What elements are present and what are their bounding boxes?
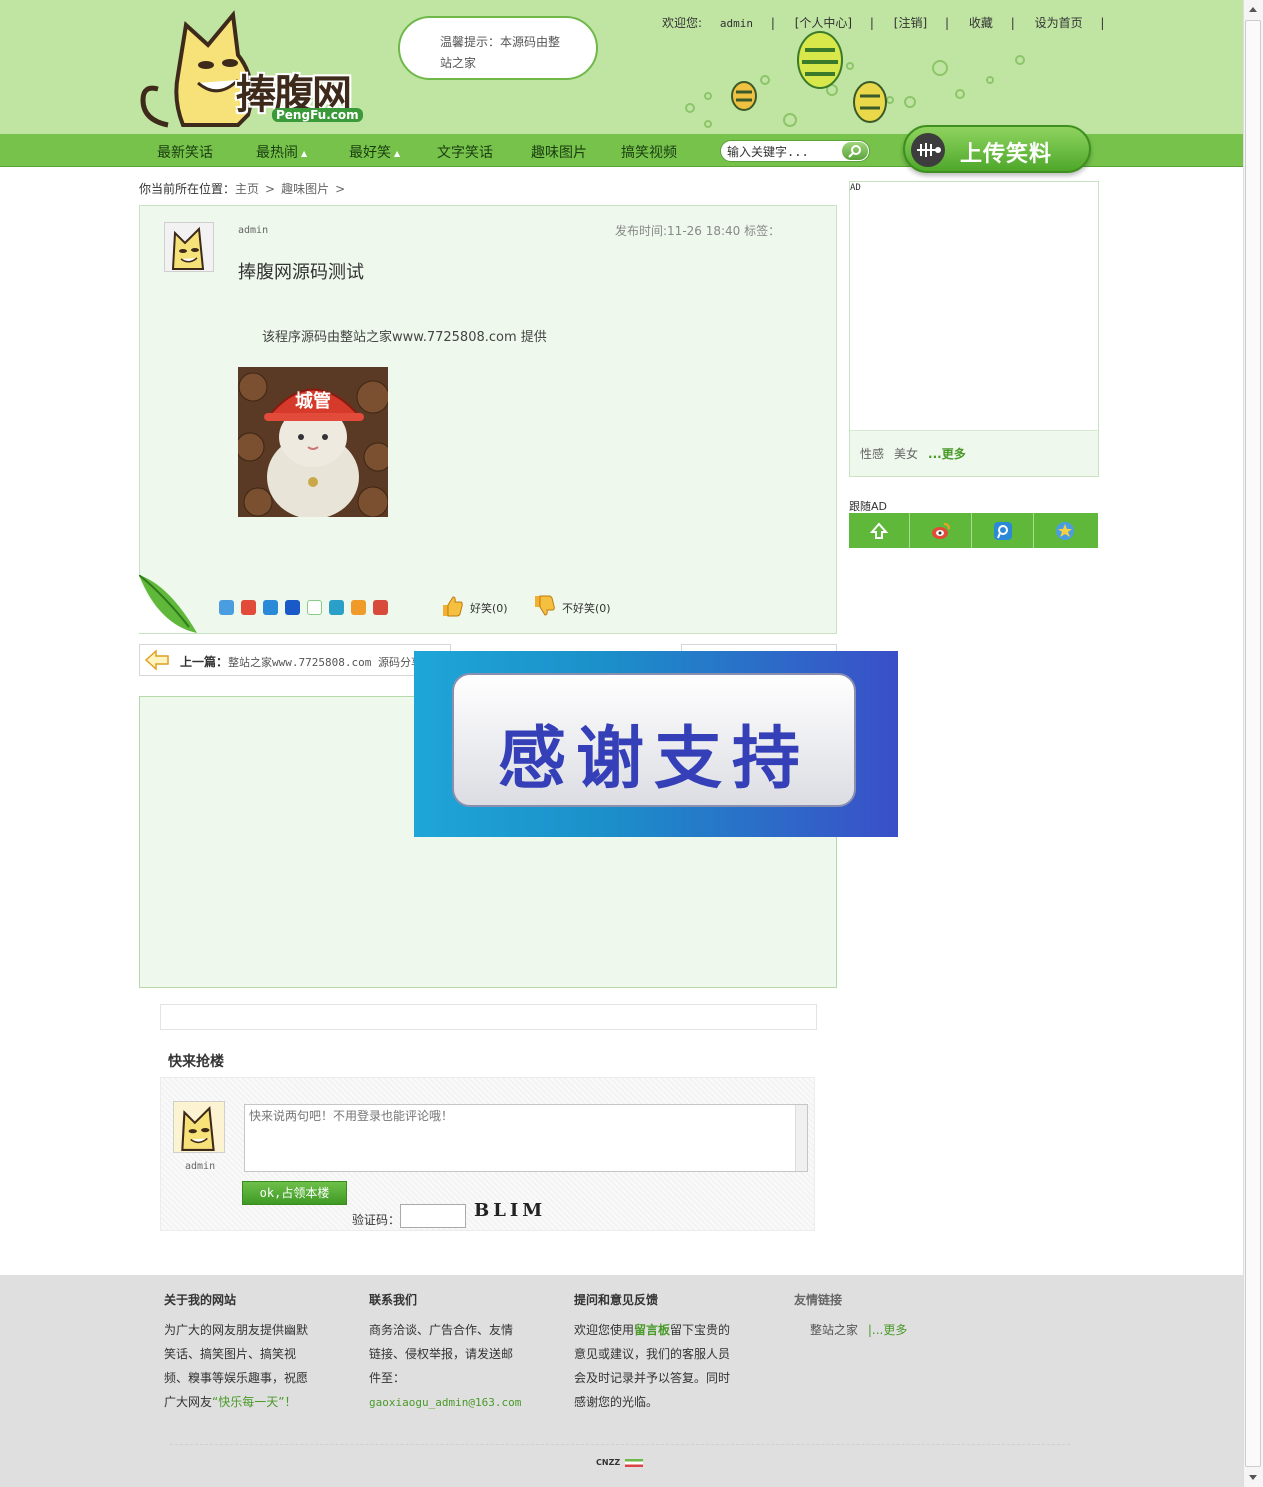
footer-about: 关于我的网站 为广大的网友朋友提供幽默笑话、搞笑图片、搞笑视频、糗事等娱乐趣事，… <box>164 1288 314 1414</box>
weibo-share-icon[interactable] <box>241 600 256 615</box>
thanks-overlay[interactable]: 感谢支持 <box>414 651 898 837</box>
thanks-panel: 感谢支持 <box>452 673 856 807</box>
nav-item-funny-videos[interactable]: 搞笑视频 <box>621 142 677 162</box>
captcha-label: 验证码： <box>352 1213 401 1227</box>
prev-post[interactable]: 上一篇：整站之家www.7725808.com 源码分享 <box>139 644 451 676</box>
nav-item-text-jokes[interactable]: 文字笑话 <box>437 142 493 162</box>
friend-link[interactable]: 整站之家 <box>810 1323 858 1337</box>
thumbs-down-icon <box>535 595 555 616</box>
tencent-weibo-share-icon[interactable] <box>263 600 278 615</box>
chevron-up-icon: ▲ <box>301 148 308 158</box>
more-link[interactable]: ...更多 <box>928 447 966 461</box>
tencent-follow-button[interactable] <box>973 513 1034 548</box>
avatar[interactable] <box>164 222 214 272</box>
breadcrumb-home[interactable]: 主页 <box>235 182 259 196</box>
comment-heading: 快来抢楼 <box>168 1054 224 1070</box>
vote-bad-count: 不好笑(0) <box>562 602 611 615</box>
thumbs-up-icon <box>443 596 463 617</box>
comment-textarea[interactable] <box>244 1104 808 1172</box>
arrow-up-icon <box>869 522 889 539</box>
captcha-input[interactable] <box>400 1204 466 1228</box>
ad-tags: 性感 美女 ...更多 <box>860 445 976 462</box>
breadcrumb-section[interactable]: 趣味图片 <box>281 182 329 196</box>
tip-bubble: 温馨提示：本源码由整站之家 <box>398 16 598 80</box>
stat-badge[interactable]: CNZZ <box>596 1458 620 1467</box>
tag-link[interactable]: 美女 <box>894 447 918 461</box>
footer-email-link[interactable]: gaoxiaogu_admin@163.com <box>369 1396 521 1409</box>
nav-item-fun-pictures[interactable]: 趣味图片 <box>531 142 587 162</box>
follow-label: 跟随AD <box>849 500 887 513</box>
search-input[interactable] <box>727 144 839 158</box>
qzone-star-icon <box>1056 522 1074 540</box>
fish-decoration-icon <box>685 31 1025 128</box>
fish-bone-icon <box>911 133 945 167</box>
page-curl-icon <box>139 575 197 633</box>
ad-label: AD <box>850 183 861 193</box>
stat-flag-icon <box>625 1459 643 1467</box>
tag-link[interactable]: 性感 <box>860 447 884 461</box>
back-to-top-button[interactable] <box>849 513 910 548</box>
captcha-image[interactable]: BLIM <box>474 1200 542 1224</box>
logo-domain: PengFu.com <box>272 108 363 122</box>
breadcrumb: 你当前所在位置：主页 > 趣味图片 > <box>139 180 351 197</box>
footer-divider <box>170 1444 1070 1445</box>
prev-post-label[interactable]: 上一篇：整站之家www.7725808.com 源码分享 <box>180 653 422 670</box>
weibo-follow-button[interactable] <box>911 513 972 548</box>
scroll-down-icon[interactable] <box>1247 1471 1259 1483</box>
cat-avatar-icon <box>171 226 205 270</box>
post-author[interactable]: admin <box>238 225 268 236</box>
textarea-scrollbar[interactable] <box>795 1105 807 1171</box>
kaixin-share-icon[interactable] <box>307 600 322 615</box>
image-caption: 城管 <box>295 390 331 412</box>
friend-links-more[interactable]: |...更多 <box>868 1323 908 1337</box>
scroll-up-icon[interactable] <box>1247 4 1259 16</box>
post-body: 该程序源码由整站之家www.7725808.com 提供 <box>262 330 547 345</box>
footer-about-title: 关于我的网站 <box>164 1293 237 1307</box>
footer-links-title: 友情链接 <box>794 1293 843 1307</box>
separator: | <box>1100 16 1105 30</box>
chevron-up-icon: ▲ <box>394 148 401 158</box>
weibo-icon <box>932 523 950 539</box>
post-image[interactable]: 城管 <box>238 367 388 517</box>
cat-avatar-icon <box>181 1105 215 1151</box>
breadcrumb-prefix: 你当前所在位置： <box>139 182 236 196</box>
douban-share-icon[interactable] <box>329 600 344 615</box>
footer-contact-text: 商务洽谈、广告合作、友情链接、侵权举报，请发送邮件至： <box>369 1323 514 1385</box>
arrow-left-icon <box>144 649 169 671</box>
post-title: 捧腹网源码测试 <box>238 262 364 283</box>
nav-item-funniest[interactable]: 最好笑 ▲ <box>349 142 400 162</box>
post-meta: 发布时间:11-26 18:40 标签： <box>615 224 781 238</box>
comment-username: admin <box>185 1161 216 1172</box>
footer-feedback-text: 欢迎您使用 <box>574 1323 635 1337</box>
tencent-weibo-icon <box>994 522 1012 540</box>
footer-contact-title: 联系我们 <box>369 1293 418 1307</box>
footer-feedback-title: 提问和意见反馈 <box>574 1293 659 1307</box>
footer-contact: 联系我们 商务洽谈、广告合作、友情链接、侵权举报，请发送邮件至： gaoxiao… <box>369 1288 521 1415</box>
upload-button[interactable]: 上传笑料 <box>903 125 1091 173</box>
qzone-follow-button[interactable] <box>1035 513 1096 548</box>
footer-links: 友情链接 整站之家 |...更多 <box>794 1288 994 1342</box>
search-button[interactable] <box>842 142 868 160</box>
search-icon <box>848 145 861 158</box>
chevron-right-icon: > <box>335 182 346 196</box>
search-box <box>720 140 870 162</box>
content-strip <box>160 1004 817 1030</box>
upload-label: 上传笑料 <box>960 142 1053 167</box>
submit-comment-button[interactable]: ok,占领本楼 <box>242 1181 347 1205</box>
scrollbar-thumb[interactable] <box>1245 20 1261 1467</box>
nav-item-latest[interactable]: 最新笑话 <box>157 142 213 162</box>
guestbook-link[interactable]: 留言板 <box>634 1323 670 1337</box>
vote-good-count: 好笑(0) <box>470 602 508 615</box>
follow-bar <box>849 513 1098 548</box>
footer-about-highlight: “快乐每一天”！ <box>212 1395 297 1409</box>
renren-share-icon[interactable] <box>285 600 300 615</box>
qzone-share-icon[interactable] <box>219 600 234 615</box>
netease-share-icon[interactable] <box>351 600 366 615</box>
chevron-right-icon: > <box>265 182 276 196</box>
footer-feedback: 提问和意见反馈 欢迎您使用留言板留下宝贵的意见或建议，我们的客服人员会及时记录并… <box>574 1288 736 1414</box>
nav-item-hot[interactable]: 最热闹 ▲ <box>256 142 307 162</box>
thanks-text: 感谢支持 <box>497 720 810 799</box>
sohu-share-icon[interactable] <box>373 600 388 615</box>
avatar <box>173 1101 225 1153</box>
